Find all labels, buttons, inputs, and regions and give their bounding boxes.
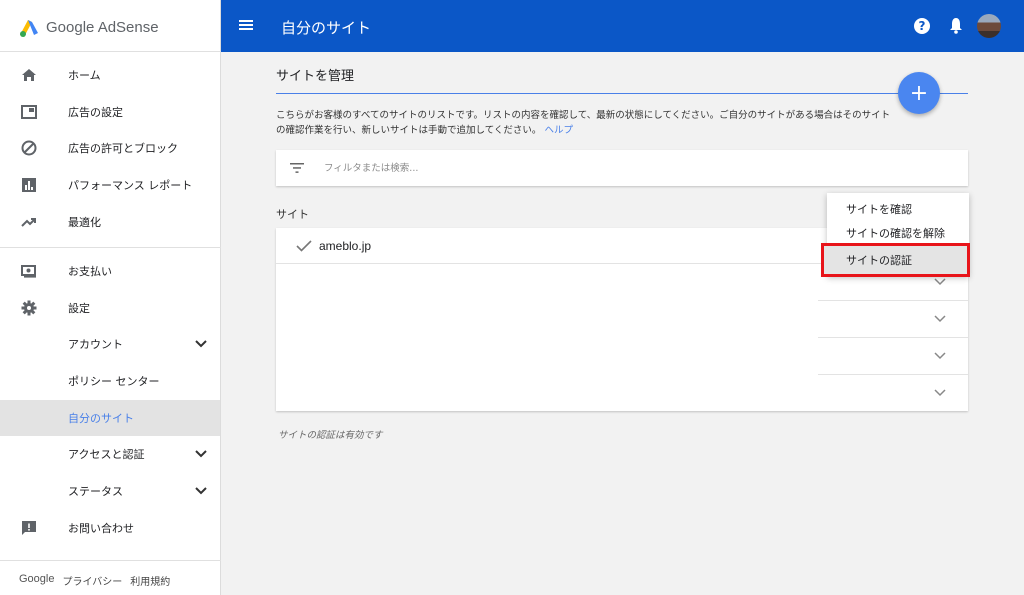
page-title: 自分のサイト	[281, 19, 372, 37]
site-name: ameblo.jp	[319, 239, 372, 253]
home-icon	[20, 66, 38, 84]
sidebar-item-label: アクセスと認証	[68, 448, 145, 461]
sidebar-item-performance-reports[interactable]: パフォーマンス レポート	[0, 167, 220, 203]
menu-item-unverify-site[interactable]: サイトの確認を解除	[827, 221, 969, 245]
block-icon	[20, 139, 38, 157]
help-link[interactable]: ヘルプ	[544, 125, 573, 136]
sidebar-footer: Google プライバシー 利用規約	[19, 573, 170, 588]
sidebar-divider	[0, 560, 221, 561]
sidebar: Google AdSense ホーム 広告の設定 広告の許可とブロック パフォー…	[0, 0, 221, 595]
sidebar-item-label: お問い合わせ	[68, 522, 134, 535]
top-app-bar: 自分のサイト ?	[221, 0, 1024, 52]
help-icon[interactable]: ?	[914, 18, 930, 34]
sidebar-item-label: アカウント	[68, 338, 123, 351]
sidebar-item-status[interactable]: ステータス	[0, 473, 220, 509]
google-link[interactable]: Google	[19, 573, 54, 588]
chevron-down-icon	[195, 340, 207, 348]
sidebar-item-label: ホーム	[68, 69, 101, 82]
sidebar-item-label: パフォーマンス レポート	[68, 179, 193, 192]
expand-row	[818, 301, 968, 338]
sidebar-item-policy-center[interactable]: ポリシー センター	[0, 363, 220, 399]
title-divider	[276, 93, 968, 94]
payments-icon	[20, 262, 38, 280]
sites-column-header: サイト	[276, 208, 309, 221]
sidebar-item-label: 広告の許可とブロック	[68, 142, 178, 155]
chevron-down-icon[interactable]	[934, 351, 946, 361]
sidebar-item-settings[interactable]: 設定	[0, 290, 220, 326]
feedback-icon	[20, 519, 38, 537]
gear-icon	[20, 299, 38, 317]
filter-bar	[276, 150, 968, 186]
bar-chart-icon	[20, 176, 38, 194]
description-text: こちらがお客様のすべてのサイトのリストです。リストの内容を確認して、最新の状態に…	[276, 108, 896, 138]
chevron-down-icon[interactable]	[934, 388, 946, 398]
expand-row	[818, 338, 968, 375]
trending-up-icon	[20, 213, 38, 231]
highlighted-menu-item: サイトの認証	[821, 243, 970, 277]
sidebar-item-label: 自分のサイト	[68, 412, 134, 425]
terms-link[interactable]: 利用規約	[130, 573, 170, 588]
sidebar-divider	[0, 51, 221, 52]
sidebar-item-optimization[interactable]: 最適化	[0, 204, 220, 240]
description-body: こちらがお客様のすべてのサイトのリストです。リストの内容を確認して、最新の状態に…	[276, 110, 891, 136]
adsense-logo[interactable]: Google AdSense	[18, 14, 159, 40]
expand-row	[818, 375, 968, 411]
menu-item-verify-site[interactable]: サイトを確認	[827, 197, 969, 221]
sidebar-item-allow-block[interactable]: 広告の許可とブロック	[0, 130, 220, 166]
sidebar-item-label: 広告の設定	[68, 106, 123, 119]
sidebar-item-label: 設定	[68, 302, 90, 315]
sidebar-item-ad-settings[interactable]: 広告の設定	[0, 94, 220, 130]
ad-unit-icon	[20, 103, 38, 121]
notifications-bell-icon[interactable]	[948, 17, 964, 34]
section-title: サイトを管理	[276, 69, 355, 84]
sidebar-item-home[interactable]: ホーム	[0, 57, 220, 93]
sidebar-item-payments[interactable]: お支払い	[0, 253, 220, 289]
chevron-down-icon[interactable]	[934, 314, 946, 324]
sidebar-item-label: ステータス	[68, 485, 123, 498]
filter-search-input[interactable]	[324, 158, 824, 178]
checkmark-icon	[296, 240, 312, 252]
adsense-logo-icon	[20, 20, 38, 37]
add-site-button[interactable]: +	[898, 72, 940, 114]
privacy-link[interactable]: プライバシー	[62, 573, 122, 588]
brand-name: Google AdSense	[46, 18, 159, 36]
chevron-down-icon	[195, 487, 207, 495]
sidebar-item-label: ポリシー センター	[68, 375, 160, 388]
sidebar-divider	[0, 247, 221, 248]
sidebar-item-label: お支払い	[68, 265, 112, 278]
avatar[interactable]	[977, 14, 1001, 38]
chevron-down-icon	[195, 450, 207, 458]
sidebar-item-contact[interactable]: お問い合わせ	[0, 510, 220, 546]
sidebar-item-my-sites[interactable]: 自分のサイト	[0, 400, 220, 436]
sidebar-item-access-auth[interactable]: アクセスと認証	[0, 436, 220, 472]
menu-icon[interactable]	[238, 17, 254, 33]
menu-item-site-authentication[interactable]: サイトの認証	[824, 249, 966, 271]
sidebar-item-account[interactable]: アカウント	[0, 326, 220, 362]
auth-status-note: サイトの認証は有効です	[278, 430, 383, 441]
filter-icon	[290, 163, 304, 173]
chevron-down-icon[interactable]	[934, 277, 946, 287]
sidebar-item-label: 最適化	[68, 216, 101, 229]
